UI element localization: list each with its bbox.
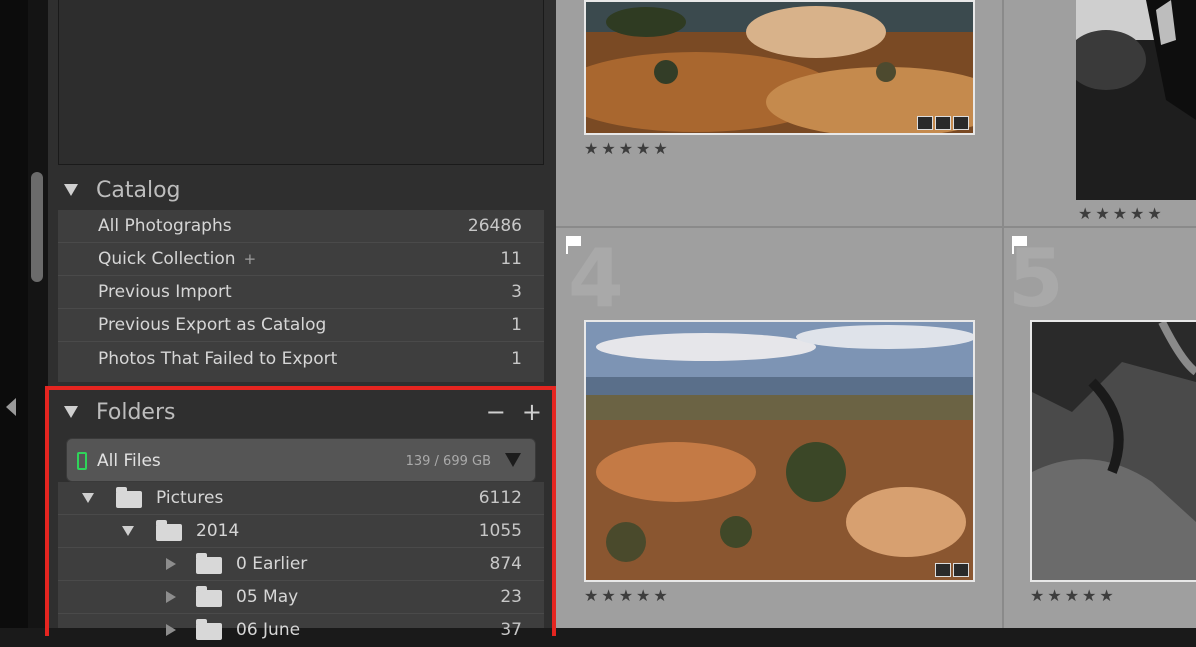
- disclosure-triangle-icon[interactable]: [64, 184, 78, 196]
- star-rating[interactable]: ★★★★★: [1078, 204, 1165, 223]
- quick-collection-plus-icon: +: [243, 250, 257, 268]
- catalog-item-label: Previous Export as Catalog: [98, 315, 327, 335]
- collapse-left-panel-icon[interactable]: [6, 398, 16, 416]
- thumbnail-badges: [917, 116, 969, 130]
- catalog-item-quick-collection[interactable]: Quick Collection + 11: [58, 243, 544, 276]
- photo-thumbnail[interactable]: [1076, 0, 1196, 200]
- catalog-item-failed-export[interactable]: Photos That Failed to Export 1: [58, 342, 544, 375]
- catalog-item-previous-export[interactable]: Previous Export as Catalog 1: [58, 309, 544, 342]
- catalog-item-count: 11: [500, 249, 522, 269]
- develop-badge-icon[interactable]: [953, 116, 969, 130]
- grid-divider: [1002, 0, 1004, 628]
- quick-collection-label: Quick Collection: [98, 249, 236, 269]
- photo-thumbnail[interactable]: [584, 0, 975, 135]
- folders-highlight-box: [45, 386, 556, 636]
- photo-thumbnail[interactable]: [584, 320, 975, 582]
- catalog-item-label: Previous Import: [98, 282, 232, 302]
- crop-badge-icon[interactable]: [935, 116, 951, 130]
- photo-thumbnail[interactable]: [1030, 320, 1196, 582]
- photo-grid: 4 5 ★★★★★ ★★★★★ ★★★★★ ★★★★★: [556, 0, 1196, 628]
- rotate-badge-icon[interactable]: [917, 116, 933, 130]
- bw-slot-canyon-image: [1032, 322, 1196, 580]
- star-rating[interactable]: ★★★★★: [1030, 586, 1117, 605]
- desert-vista-image: [586, 322, 973, 580]
- star-rating[interactable]: ★★★★★: [584, 139, 671, 158]
- catalog-item-count: 1: [511, 348, 522, 369]
- develop-badge-icon[interactable]: [953, 563, 969, 577]
- grid-divider: [556, 226, 1196, 228]
- catalog-item-all-photographs[interactable]: All Photographs 26486: [58, 210, 544, 243]
- catalog-item-previous-import[interactable]: Previous Import 3: [58, 276, 544, 309]
- flag-icon[interactable]: [1012, 236, 1027, 254]
- flag-icon[interactable]: [566, 236, 581, 254]
- desert-landscape-image: [586, 2, 973, 133]
- scrollbar-thumb[interactable]: [31, 172, 43, 282]
- catalog-item-label: Quick Collection +: [98, 249, 256, 269]
- catalog-item-label: Photos That Failed to Export: [98, 348, 338, 369]
- bw-rock-image: [1076, 0, 1196, 200]
- catalog-title: Catalog: [96, 177, 181, 203]
- catalog-item-count: 3: [511, 282, 522, 302]
- catalog-list: All Photographs 26486 Quick Collection + …: [58, 210, 544, 382]
- thumbnail-badges: [935, 563, 969, 577]
- catalog-panel-header[interactable]: Catalog: [64, 168, 544, 212]
- catalog-item-count: 1: [511, 315, 522, 335]
- catalog-item-label: All Photographs: [98, 216, 232, 236]
- catalog-item-count: 26486: [467, 216, 522, 236]
- crop-badge-icon[interactable]: [935, 563, 951, 577]
- navigator-preview: [58, 0, 544, 165]
- left-panel-edge: [0, 0, 28, 628]
- star-rating[interactable]: ★★★★★: [584, 586, 671, 605]
